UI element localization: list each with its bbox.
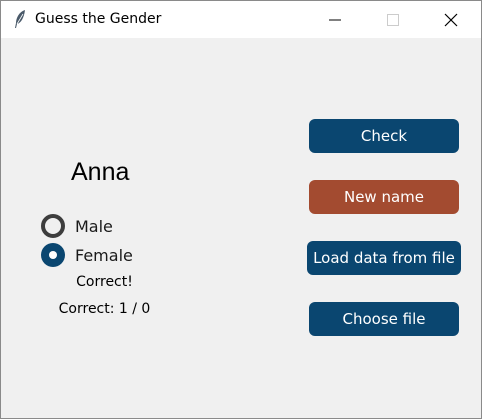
window-title: Guess the Gender: [35, 11, 162, 27]
radio-unchecked-icon[interactable]: [41, 214, 65, 238]
maximize-icon: [387, 14, 399, 26]
radio-label-female: Female: [75, 245, 133, 265]
choose-file-button[interactable]: Choose file: [309, 302, 459, 336]
result-text: Correct!: [76, 274, 133, 290]
maximize-button[interactable]: [370, 1, 416, 38]
title-bar[interactable]: Guess the Gender: [1, 1, 481, 38]
radio-female[interactable]: Female: [41, 243, 133, 267]
close-button[interactable]: [428, 1, 474, 38]
score-text: Correct: 1 / 0: [58, 301, 151, 317]
minimize-button[interactable]: [312, 1, 358, 38]
radio-male[interactable]: Male: [41, 214, 113, 238]
feather-icon: [13, 9, 27, 29]
guessed-name: Anna: [71, 158, 130, 186]
app-window: Guess the Gender Anna Male Female Correc…: [0, 0, 482, 419]
radio-checked-icon[interactable]: [41, 243, 65, 267]
check-button[interactable]: Check: [309, 119, 459, 153]
new-name-button[interactable]: New name: [309, 180, 459, 214]
radio-label-male: Male: [75, 216, 113, 236]
load-data-button[interactable]: Load data from file: [307, 241, 461, 275]
minimize-icon: [329, 19, 341, 21]
close-icon: [444, 13, 458, 27]
